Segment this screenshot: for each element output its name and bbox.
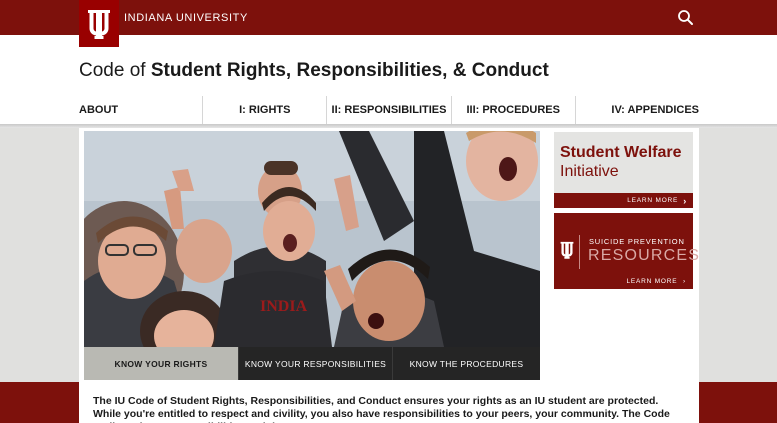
site-title-bold: Student Rights, Responsibilities, & Cond… [150, 60, 549, 81]
iu-trident-icon [560, 241, 574, 259]
promo-title: SUICIDE PREVENTION [589, 237, 685, 246]
promo-subtitle: Initiative [560, 163, 619, 180]
tab-know-your-responsibilities[interactable]: KNOW YOUR RESPONSIBILITIES [238, 347, 392, 380]
search-icon [678, 10, 693, 25]
tab-know-the-procedures[interactable]: KNOW THE PROCEDURES [392, 347, 540, 380]
search-button[interactable] [676, 8, 696, 28]
chevron-right-icon: › [683, 278, 686, 285]
nav-label: I: RIGHTS [239, 104, 291, 116]
nav-item-appendices[interactable]: IV: APPENDICES [576, 96, 699, 124]
student-welfare-initiative-promo[interactable]: Student Welfare Initiative LEARN MORE › [554, 132, 693, 208]
learn-more-link[interactable]: LEARN MORE › [554, 193, 693, 208]
cheering-students-photo: INDIA [84, 131, 540, 347]
nav-label: IV: APPENDICES [611, 104, 700, 116]
chevron-right-icon: › [683, 195, 687, 206]
brand-name[interactable]: INDIANA UNIVERSITY [124, 12, 248, 24]
site-title[interactable]: Code of Student Rights, Responsibilities… [79, 60, 549, 82]
learn-more-label: LEARN MORE [627, 197, 679, 204]
hero-tabs: KNOW YOUR RIGHTS KNOW YOUR RESPONSIBILIT… [84, 347, 540, 380]
nav-label: ABOUT [79, 104, 119, 116]
nav-label: II: RESPONSIBILITIES [331, 104, 447, 116]
iu-logo[interactable] [79, 0, 119, 47]
svg-text:INDIA: INDIA [260, 298, 308, 315]
promo-title: Student Welfare [560, 144, 682, 161]
nav-item-rights[interactable]: I: RIGHTS [203, 96, 328, 124]
hero-image: INDIA [84, 131, 540, 347]
main-nav: ABOUT I: RIGHTS II: RESPONSIBILITIES III… [79, 96, 699, 124]
site-title-prefix: Code of [79, 60, 146, 81]
learn-more-label: LEARN MORE [626, 278, 678, 285]
tab-know-your-rights[interactable]: KNOW YOUR RIGHTS [84, 347, 238, 380]
suicide-prevention-promo[interactable]: SUICIDE PREVENTION RESOURCES LEARN MORE … [554, 213, 699, 289]
nav-item-procedures[interactable]: III: PROCEDURES [452, 96, 576, 124]
learn-more-link[interactable]: LEARN MORE › [626, 278, 686, 285]
tab-label: KNOW YOUR RIGHTS [114, 358, 208, 369]
promo-subtitle: RESOURCES [588, 247, 701, 264]
promo-divider [579, 235, 580, 269]
tab-label: KNOW YOUR RESPONSIBILITIES [244, 358, 387, 369]
intro-text: The IU Code of Student Rights, Responsib… [79, 382, 699, 423]
nav-item-responsibilities[interactable]: II: RESPONSIBILITIES [327, 96, 452, 124]
nav-item-about[interactable]: ABOUT [79, 96, 204, 124]
nav-label: III: PROCEDURES [466, 104, 560, 116]
iu-trident-icon [88, 9, 110, 39]
tab-label: KNOW THE PROCEDURES [409, 358, 524, 369]
